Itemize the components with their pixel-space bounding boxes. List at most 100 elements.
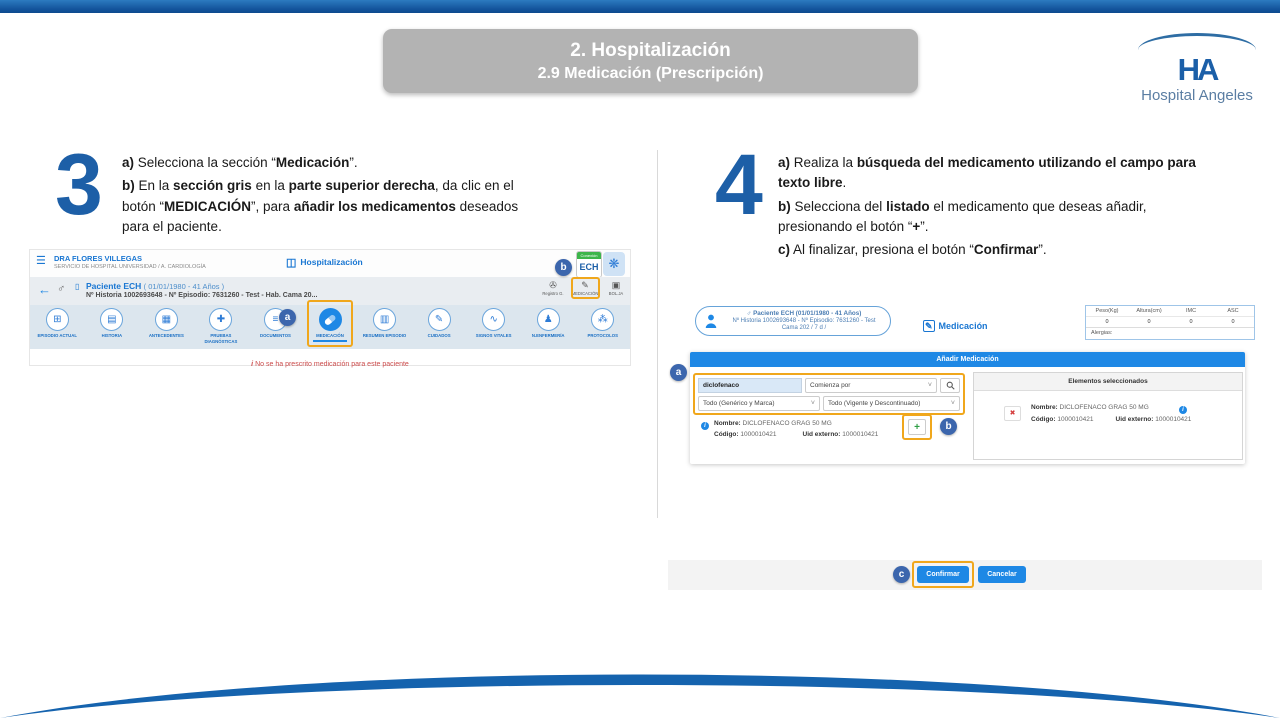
cuidados-icon: ✎ <box>428 308 451 331</box>
back-arrow-icon[interactable]: ← <box>38 282 51 297</box>
step-3-number: 3 <box>55 142 103 228</box>
bottom-swoosh-decoration <box>0 664 1280 720</box>
vitals-value-asc: 0 <box>1212 319 1254 325</box>
slide-title-line1: 2. Hospitalización <box>383 40 918 62</box>
tab-enfermeria[interactable]: ♟N.ENFERMERÍA <box>521 305 576 349</box>
tab-resumen-episodio[interactable]: ▥RESUMEN EPISODIO <box>357 305 412 349</box>
enfermeria-icon: ♟ <box>537 308 560 331</box>
patient-line2: Nº Historia 1002693648 - Nº Episodio: 76… <box>724 318 884 324</box>
screenshot-add-medication: ♂ Paciente ECH (01/01/1980 - 41 Años) Nº… <box>668 295 1262 595</box>
status-select[interactable]: Todo (Vigente y Descontinuado)˅ <box>823 396 960 411</box>
result-codes: Código: 1000010421Uid externo: 100001042… <box>714 431 878 438</box>
tab-pruebas-diagnosticas[interactable]: ✚PRUEBAS DIAGNÓSTICAS <box>194 305 249 349</box>
gender-male-icon: ♂ <box>57 283 65 295</box>
tab-protocolos[interactable]: ⁂PROTOCOLOS <box>575 305 630 349</box>
highlight-add-button <box>902 414 932 440</box>
vitals-value-altura: 0 <box>1128 319 1170 325</box>
chevron-down-icon: ˅ <box>951 400 955 407</box>
patient-name: Paciente ECH ( 01/01/1980 - 41 Años ) <box>86 281 224 291</box>
tab-antecedentes[interactable]: ▦ANTECEDENTES <box>139 305 194 349</box>
pruebas-diagnosticas-icon: ✚ <box>209 308 232 331</box>
highlight-confirm-button <box>912 561 974 588</box>
patient-details: Nº Historia 1002693648 - Nº Episodio: 76… <box>86 292 317 299</box>
step4-instruction-a: a) Realiza la búsqueda del medicamento u… <box>778 153 1210 194</box>
patient-summary-pill: ♂ Paciente ECH (01/01/1980 - 41 Años) Nº… <box>695 306 891 336</box>
result-name: Nombre: DICLOFENACO GRAG 50 MG <box>714 420 832 427</box>
doctor-name: DRA FLORES VILLEGAS <box>54 254 142 263</box>
step3-instruction-b: b) En la sección gris en la parte superi… <box>122 176 527 237</box>
registro-icon: ✇ <box>538 280 568 290</box>
step-4-number: 4 <box>715 142 763 228</box>
patient-doc-icon: ▯ <box>75 282 79 291</box>
callout-b-right: b <box>940 418 957 435</box>
tab-historia[interactable]: ▤HISTORIA <box>85 305 140 349</box>
menu-icon[interactable]: ☰ <box>36 254 46 267</box>
quick-registro-button[interactable]: ✇Registro G. <box>538 280 568 296</box>
vitals-header-asc: ASC <box>1212 308 1254 314</box>
tab-cuidados[interactable]: ✎CUIDADOS <box>412 305 467 349</box>
bolja-icon: ▣ <box>601 280 631 290</box>
allergies-label: Alergias: <box>1086 327 1254 339</box>
alert-info-icon: i <box>251 361 253 368</box>
step-3-instructions: a) Selecciona la sección “Medicación”. b… <box>122 150 527 240</box>
slide-title: 2. Hospitalización 2.9 Medicación (Presc… <box>383 29 918 93</box>
modal-title: Añadir Medicación <box>690 352 1245 367</box>
hospital-angeles-logo: HA Hospital Angeles <box>1138 33 1256 104</box>
callout-a-right: a <box>670 364 687 381</box>
match-mode-select[interactable]: Comienza por˅ <box>805 378 937 393</box>
step4-instruction-c: c) Al finalizar, presiona el botón “Conf… <box>778 240 1210 260</box>
episodio-actual-icon: ⊞ <box>46 308 69 331</box>
highlight-medicacion-tab <box>307 300 353 347</box>
patient-line1: ♂ Paciente ECH (01/01/1980 - 41 Años) <box>724 310 884 317</box>
selected-name: Nombre: DICLOFENACO GRAG 50 MG <box>1031 404 1149 411</box>
search-section: Comienza por˅ Todo (Genérico y Marca)˅ T… <box>693 373 965 415</box>
logo-arc-icon <box>1138 33 1256 50</box>
logo-monogram: HA <box>1138 54 1256 85</box>
remove-item-button[interactable]: ✖ <box>1004 406 1021 421</box>
historia-icon: ▤ <box>100 308 123 331</box>
cancel-button[interactable]: Cancelar <box>978 566 1026 583</box>
tab-documentos[interactable]: ≡DOCUMENTOS <box>248 305 303 349</box>
quick-bolja-button[interactable]: ▣BOL.JA <box>601 280 631 296</box>
chevron-down-icon: ˅ <box>928 382 932 389</box>
vitals-value-peso: 0 <box>1086 319 1128 325</box>
atom-icon[interactable]: ❋ <box>603 252 625 276</box>
service-name: SERVICIO DE HOSPITAL UNIVERSIDAD / A. CA… <box>54 264 206 270</box>
module-title: ◫Hospitalización <box>286 256 363 269</box>
slide-title-line2: 2.9 Medicación (Prescripción) <box>383 65 918 83</box>
step-4-instructions: a) Realiza la búsqueda del medicamento u… <box>778 150 1210 263</box>
tab-signos-vitales[interactable]: ∿SIGNOS VITALES <box>466 305 521 349</box>
vitals-header-altura: Altura(cm) <box>1128 308 1170 314</box>
hospital-icon: ◫ <box>286 257 296 269</box>
search-icon <box>946 381 955 390</box>
selected-elements-header: Elementos seleccionados <box>974 373 1242 391</box>
callout-a-left: a <box>279 309 296 326</box>
ech-connection-button[interactable]: ConexiónECH <box>576 251 602 278</box>
protocolos-icon: ⁂ <box>591 308 614 331</box>
highlight-medicacion-quick-button <box>571 277 600 299</box>
search-button[interactable] <box>940 378 960 393</box>
step3-instruction-a: a) Selecciona la sección “Medicación”. <box>122 153 527 173</box>
patient-avatar-icon <box>704 313 718 329</box>
callout-c: c <box>893 566 910 583</box>
info-icon[interactable]: i <box>701 422 709 430</box>
top-blue-bar <box>0 0 1280 13</box>
step4-instruction-b: b) Selecciona del listado el medicamento… <box>778 197 1210 238</box>
medication-section-title: ✎Medicación <box>923 321 988 332</box>
vitals-header-peso: Peso(Kg) <box>1086 308 1128 314</box>
info-icon[interactable]: i <box>1179 406 1187 414</box>
vitals-table: Peso(Kg) Altura(cm) IMC ASC 0 0 0 0 Aler… <box>1085 305 1255 340</box>
callout-b-left: b <box>555 259 572 276</box>
column-divider <box>657 150 658 518</box>
vitals-value-imc: 0 <box>1170 319 1212 325</box>
app-top-bar: ☰ DRA FLORES VILLEGAS SERVICIO DE HOSPIT… <box>30 250 630 278</box>
search-result-row: i Nombre: DICLOFENACO GRAG 50 MG Código:… <box>693 414 965 450</box>
free-text-search-input[interactable] <box>698 378 802 393</box>
signos-vitales-icon: ∿ <box>482 308 505 331</box>
tab-episodio-actual[interactable]: ⊞EPISODIO ACTUAL <box>30 305 85 349</box>
selected-codes: Código: 1000010421Uid externo: 100001042… <box>1031 416 1191 423</box>
vitals-header-imc: IMC <box>1170 308 1212 314</box>
add-medication-modal: Añadir Medicación Comienza por˅ Todo (Ge… <box>690 352 1245 464</box>
antecedentes-icon: ▦ <box>155 308 178 331</box>
generic-brand-select[interactable]: Todo (Genérico y Marca)˅ <box>698 396 820 411</box>
